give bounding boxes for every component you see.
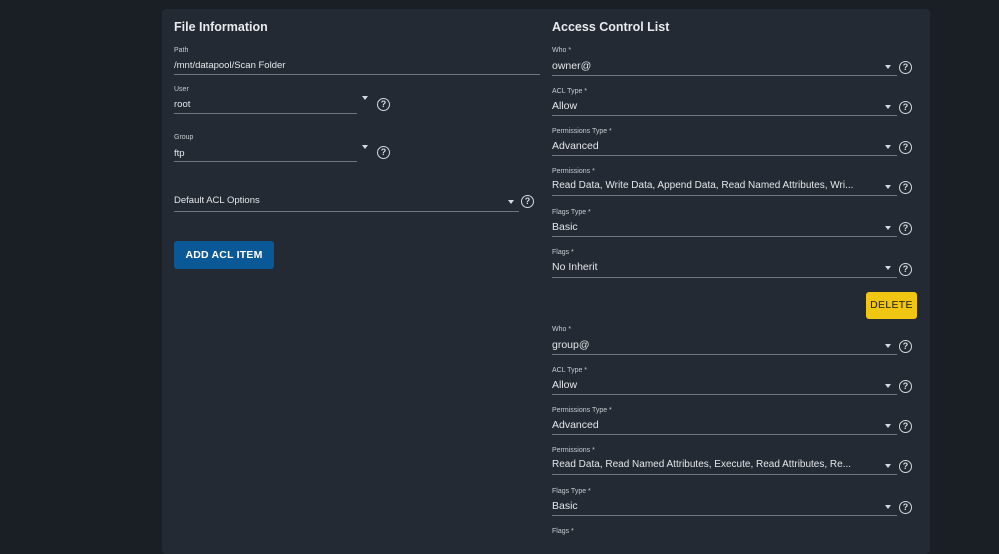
help-icon[interactable]: ?: [899, 141, 912, 154]
help-icon[interactable]: ?: [899, 420, 912, 433]
chevron-down-icon[interactable]: [362, 145, 368, 149]
acl-type-select[interactable]: ACL Type * Allow ?: [552, 367, 917, 399]
permissions-type-select[interactable]: Permissions Type * Advanced ?: [552, 128, 917, 160]
permissions-value: Read Data, Read Named Attributes, Execut…: [552, 459, 852, 470]
flags-type-underline: [552, 515, 897, 516]
chevron-down-icon[interactable]: [885, 145, 891, 149]
path-underline: [174, 74, 540, 75]
file-information-title: File Information: [174, 20, 268, 34]
user-label: User: [174, 86, 189, 93]
help-icon[interactable]: ?: [899, 263, 912, 276]
permissions-type-label: Permissions Type *: [552, 407, 612, 414]
acl-type-value: Allow: [552, 100, 578, 112]
flags-type-value: Basic: [552, 500, 578, 512]
help-icon[interactable]: ?: [899, 222, 912, 235]
who-underline: [552, 354, 897, 355]
chevron-down-icon[interactable]: [885, 505, 891, 509]
chevron-down-icon[interactable]: [885, 424, 891, 428]
acl-type-underline: [552, 394, 897, 395]
who-select[interactable]: Who * group@ ?: [552, 326, 917, 358]
acl-type-underline: [552, 115, 897, 116]
chevron-down-icon[interactable]: [362, 96, 368, 100]
chevron-down-icon[interactable]: [508, 200, 514, 204]
user-value: root: [174, 99, 191, 110]
flags-type-label: Flags Type *: [552, 209, 591, 216]
permissions-type-label: Permissions Type *: [552, 128, 612, 135]
help-icon[interactable]: ?: [899, 101, 912, 114]
who-value: owner@: [552, 60, 592, 72]
who-select[interactable]: Who * owner@ ?: [552, 47, 917, 79]
help-icon[interactable]: ?: [899, 61, 912, 74]
who-label: Who *: [552, 326, 572, 333]
help-icon[interactable]: ?: [899, 460, 912, 473]
default-acl-options-value: Default ACL Options: [174, 195, 260, 206]
group-label: Group: [174, 134, 194, 141]
help-icon[interactable]: ?: [899, 380, 912, 393]
flags-value: No Inherit: [552, 261, 598, 273]
permissions-type-value: Advanced: [552, 140, 599, 152]
group-select[interactable]: Group ftp ?: [174, 134, 409, 164]
flags-underline: [552, 277, 897, 278]
flags-type-underline: [552, 236, 897, 237]
user-select[interactable]: User root ?: [174, 86, 409, 116]
delete-acl-item-button[interactable]: DELETE: [866, 292, 917, 319]
group-value: ftp: [174, 148, 185, 159]
permissions-select[interactable]: Permissions * Read Data, Write Data, App…: [552, 168, 917, 200]
group-underline: [174, 161, 357, 162]
permissions-select[interactable]: Permissions * Read Data, Read Named Attr…: [552, 447, 917, 479]
flags-type-select[interactable]: Flags Type * Basic ?: [552, 488, 917, 520]
path-field[interactable]: Path /mnt/datapool/Scan Folder: [174, 47, 540, 75]
acl-type-value: Allow: [552, 379, 578, 391]
flags-select[interactable]: Flags *: [552, 528, 917, 543]
help-icon[interactable]: ?: [899, 181, 912, 194]
help-icon[interactable]: ?: [377, 98, 390, 111]
flags-label: Flags *: [552, 528, 574, 535]
permissions-type-value: Advanced: [552, 419, 599, 431]
permissions-value: Read Data, Write Data, Append Data, Read…: [552, 180, 854, 191]
chevron-down-icon[interactable]: [885, 266, 891, 270]
flags-type-select[interactable]: Flags Type * Basic ?: [552, 209, 917, 241]
who-value: group@: [552, 339, 590, 351]
flags-select[interactable]: Flags * No Inherit ?: [552, 249, 917, 281]
chevron-down-icon[interactable]: [885, 105, 891, 109]
who-label: Who *: [552, 47, 572, 54]
chevron-down-icon[interactable]: [885, 344, 891, 348]
help-icon[interactable]: ?: [377, 146, 390, 159]
flags-type-value: Basic: [552, 221, 578, 233]
chevron-down-icon[interactable]: [885, 65, 891, 69]
permissions-type-underline: [552, 155, 897, 156]
path-label: Path: [174, 47, 189, 54]
add-acl-item-button[interactable]: ADD ACL ITEM: [174, 241, 274, 269]
permissions-underline: [552, 474, 897, 475]
chevron-down-icon[interactable]: [885, 464, 891, 468]
permissions-label: Permissions *: [552, 168, 595, 175]
default-acl-options-select[interactable]: Default ACL Options ?: [174, 193, 539, 215]
who-underline: [552, 75, 897, 76]
help-icon[interactable]: ?: [899, 501, 912, 514]
default-acl-underline: [174, 211, 519, 212]
user-underline: [174, 113, 357, 114]
chevron-down-icon[interactable]: [885, 384, 891, 388]
permissions-underline: [552, 195, 897, 196]
acl-type-select[interactable]: ACL Type * Allow ?: [552, 88, 917, 120]
acl-editor-panel: File Information Path /mnt/datapool/Scan…: [162, 9, 930, 554]
permissions-label: Permissions *: [552, 447, 595, 454]
access-control-list-title: Access Control List: [552, 20, 670, 34]
chevron-down-icon[interactable]: [885, 226, 891, 230]
permissions-type-underline: [552, 434, 897, 435]
path-input[interactable]: /mnt/datapool/Scan Folder: [174, 60, 534, 71]
permissions-type-select[interactable]: Permissions Type * Advanced ?: [552, 407, 917, 439]
flags-label: Flags *: [552, 249, 574, 256]
help-icon[interactable]: ?: [521, 195, 534, 208]
chevron-down-icon[interactable]: [885, 185, 891, 189]
flags-type-label: Flags Type *: [552, 488, 591, 495]
acl-type-label: ACL Type *: [552, 367, 588, 374]
help-icon[interactable]: ?: [899, 340, 912, 353]
acl-type-label: ACL Type *: [552, 88, 588, 95]
